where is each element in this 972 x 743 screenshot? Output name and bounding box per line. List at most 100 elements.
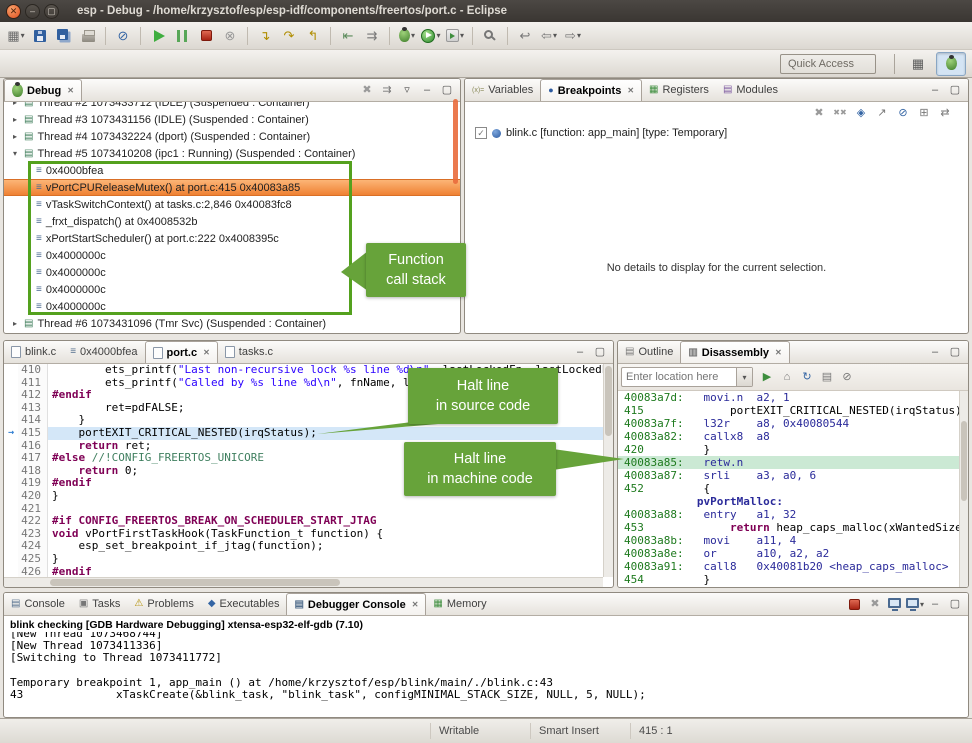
- scrollbar-thumb[interactable]: [50, 579, 340, 586]
- show-source-button[interactable]: ▤: [818, 368, 836, 386]
- disassembly-line[interactable]: 40083a7f: l32r a8, 0x40080544: [618, 417, 968, 430]
- tab-blink-c[interactable]: blink.c: [4, 341, 63, 363]
- forward-button[interactable]: ⇨▾: [561, 24, 585, 48]
- show-breakpoints-for-selection-button[interactable]: ◈: [852, 104, 870, 122]
- thread-row[interactable]: ▸▤Thread #3 1073431156 (IDLE) (Suspended…: [4, 111, 460, 128]
- minimize-view-button[interactable]: –: [418, 81, 436, 99]
- disassembly-line[interactable]: 415 portEXIT_CRITICAL_NESTED(irqStatus);: [618, 404, 968, 417]
- tab-tasks-c[interactable]: tasks.c: [218, 341, 280, 363]
- resume-button[interactable]: [146, 24, 170, 48]
- close-tab-icon[interactable]: ✕: [67, 86, 74, 95]
- terminate-console-button[interactable]: [846, 595, 864, 613]
- disassembly-line[interactable]: 420 }: [618, 443, 968, 456]
- open-perspective-button[interactable]: ▦: [903, 52, 933, 76]
- location-combo[interactable]: ▾: [621, 367, 753, 387]
- disassembly-listing[interactable]: 40083a7d: movi.n a2, 1415 portEXIT_CRITI…: [618, 391, 968, 587]
- code-line[interactable]: 413 ret=pdFALSE;: [4, 402, 603, 415]
- run-button[interactable]: ▾: [419, 24, 443, 48]
- maximize-view-button[interactable]: ▢: [946, 343, 964, 361]
- close-tab-icon[interactable]: ✕: [775, 348, 782, 357]
- thread-row[interactable]: ▸▤Thread #2 1073433712 (IDLE) (Suspended…: [4, 102, 460, 111]
- refresh-view-button[interactable]: ↻: [798, 368, 816, 386]
- stack-frame-row[interactable]: ≡0x4000bfea: [4, 162, 460, 179]
- disassembly-line[interactable]: 40083a82: callx8 a8: [618, 430, 968, 443]
- step-into-button[interactable]: ↴: [253, 24, 277, 48]
- tab-debugger-console[interactable]: ▤Debugger Console✕: [286, 593, 426, 615]
- stack-frame-row[interactable]: ≡0x4000000c: [4, 264, 460, 281]
- stack-frame-row[interactable]: ≡0x4000000c: [4, 247, 460, 264]
- disassembly-line[interactable]: 40083a7d: movi.n a2, 1: [618, 391, 968, 404]
- maximize-view-button[interactable]: ▢: [438, 81, 456, 99]
- disconnect-button[interactable]: ⊗: [218, 24, 242, 48]
- step-over-button[interactable]: ↷: [277, 24, 301, 48]
- tab-executables[interactable]: ◆Executables: [201, 593, 287, 615]
- maximize-window-button[interactable]: ▢: [44, 4, 59, 19]
- close-tab-icon[interactable]: ✕: [412, 600, 419, 609]
- disassembly-line[interactable]: pvPortMalloc:: [618, 495, 968, 508]
- tab-breakpoints[interactable]: ●Breakpoints✕: [540, 79, 642, 101]
- scrollbar-thumb[interactable]: [961, 421, 967, 501]
- terminate-button[interactable]: [194, 24, 218, 48]
- tab-variables[interactable]: (x)=Variables: [465, 79, 540, 101]
- remove-all-terminated-button[interactable]: ✖: [358, 81, 376, 99]
- tab-modules[interactable]: ▤Modules: [716, 79, 785, 101]
- disassembly-line[interactable]: 40083a8e: or a10, a2, a2: [618, 547, 968, 560]
- code-line[interactable]: 424 esp_set_breakpoint_if_jtag(function)…: [4, 540, 603, 553]
- instruction-stepping-mode-button[interactable]: ⇉: [378, 81, 396, 99]
- disassembly-line[interactable]: 40083a88: entry a1, 32: [618, 508, 968, 521]
- close-tab-icon[interactable]: ✕: [203, 348, 210, 357]
- code-line[interactable]: 425}: [4, 553, 603, 566]
- tab-disassembly[interactable]: ▥Disassembly✕: [680, 341, 789, 363]
- editor-vertical-scrollbar[interactable]: [603, 364, 613, 577]
- expand-arrow-icon[interactable]: ▸: [10, 102, 20, 107]
- thread-row[interactable]: ▸▤Thread #6 1073431096 (Tmr Svc) (Suspen…: [4, 315, 460, 332]
- display-selected-console-button[interactable]: [886, 595, 904, 613]
- code-line[interactable]: 426#endif: [4, 566, 603, 578]
- stack-frame-row[interactable]: ≡_frxt_dispatch() at 0x4008532b: [4, 213, 460, 230]
- go-to-file-for-breakpoint-button[interactable]: ↗: [873, 104, 891, 122]
- tab-debug[interactable]: Debug✕: [4, 79, 82, 101]
- back-button[interactable]: ⇦▾: [537, 24, 561, 48]
- link-with-debug-view-button[interactable]: ⇄: [936, 104, 954, 122]
- breakpoint-entry[interactable]: ✓ blink.c [function: app_main] [type: Te…: [465, 124, 968, 142]
- tab-console[interactable]: ▤Console: [4, 593, 72, 615]
- navigate-to-pc-button[interactable]: ▶: [758, 368, 776, 386]
- expand-arrow-icon[interactable]: ▸: [10, 132, 20, 141]
- stack-frame-row[interactable]: ≡vPortCPUReleaseMutex() at port.c:415 0x…: [4, 179, 460, 196]
- expand-arrow-icon[interactable]: ▾: [10, 149, 20, 158]
- skip-all-breakpoints-button[interactable]: ⊘: [894, 104, 912, 122]
- close-window-button[interactable]: ✕: [6, 4, 21, 19]
- tab-problems[interactable]: ⚠Problems: [127, 593, 200, 615]
- maximize-view-button[interactable]: ▢: [591, 343, 609, 361]
- stack-frame-row[interactable]: ≡0x4000000c: [4, 298, 460, 315]
- remove-launch-button[interactable]: ✖: [866, 595, 884, 613]
- tab-port-c[interactable]: port.c✕: [145, 341, 218, 363]
- external-tools-button[interactable]: ▾: [443, 24, 467, 48]
- save-all-button[interactable]: [52, 24, 76, 48]
- breakpoint-checkbox[interactable]: ✓: [475, 127, 487, 139]
- expand-all-button[interactable]: ⊞: [915, 104, 933, 122]
- stack-frame-row[interactable]: ≡0x4000000c: [4, 281, 460, 298]
- maximize-view-button[interactable]: ▢: [946, 81, 964, 99]
- disassembly-line[interactable]: 452 {: [618, 482, 968, 495]
- code-line[interactable]: 419#endif: [4, 477, 603, 490]
- disassembly-line[interactable]: 453 return heap_caps_malloc(xWantedSize: [618, 521, 968, 534]
- drop-to-frame-button[interactable]: ⇤: [336, 24, 360, 48]
- print-button[interactable]: [76, 24, 100, 48]
- expand-arrow-icon[interactable]: ▸: [10, 319, 20, 328]
- remove-all-breakpoints-button[interactable]: ✖✖: [831, 104, 849, 122]
- close-tab-icon[interactable]: ✕: [627, 86, 634, 95]
- stack-frame-row[interactable]: ≡xPortStartScheduler() at port.c:222 0x4…: [4, 230, 460, 247]
- new-button[interactable]: ▦▾: [4, 24, 28, 48]
- debug-scrollbar[interactable]: [453, 99, 458, 184]
- suspend-button[interactable]: [170, 24, 194, 48]
- open-console-button[interactable]: ▾: [906, 595, 924, 613]
- minimize-view-button[interactable]: –: [926, 595, 944, 613]
- view-menu-button[interactable]: ▿: [398, 81, 416, 99]
- minimize-view-button[interactable]: –: [926, 343, 944, 361]
- skip-all-breakpoints-button[interactable]: ⊘: [111, 24, 135, 48]
- step-return-button[interactable]: ↰: [301, 24, 325, 48]
- minimize-view-button[interactable]: –: [926, 81, 944, 99]
- code-editor[interactable]: 410 ets_printf("Last non-recursive lock …: [4, 364, 603, 577]
- remove-selected-breakpoints-button[interactable]: ✖: [810, 104, 828, 122]
